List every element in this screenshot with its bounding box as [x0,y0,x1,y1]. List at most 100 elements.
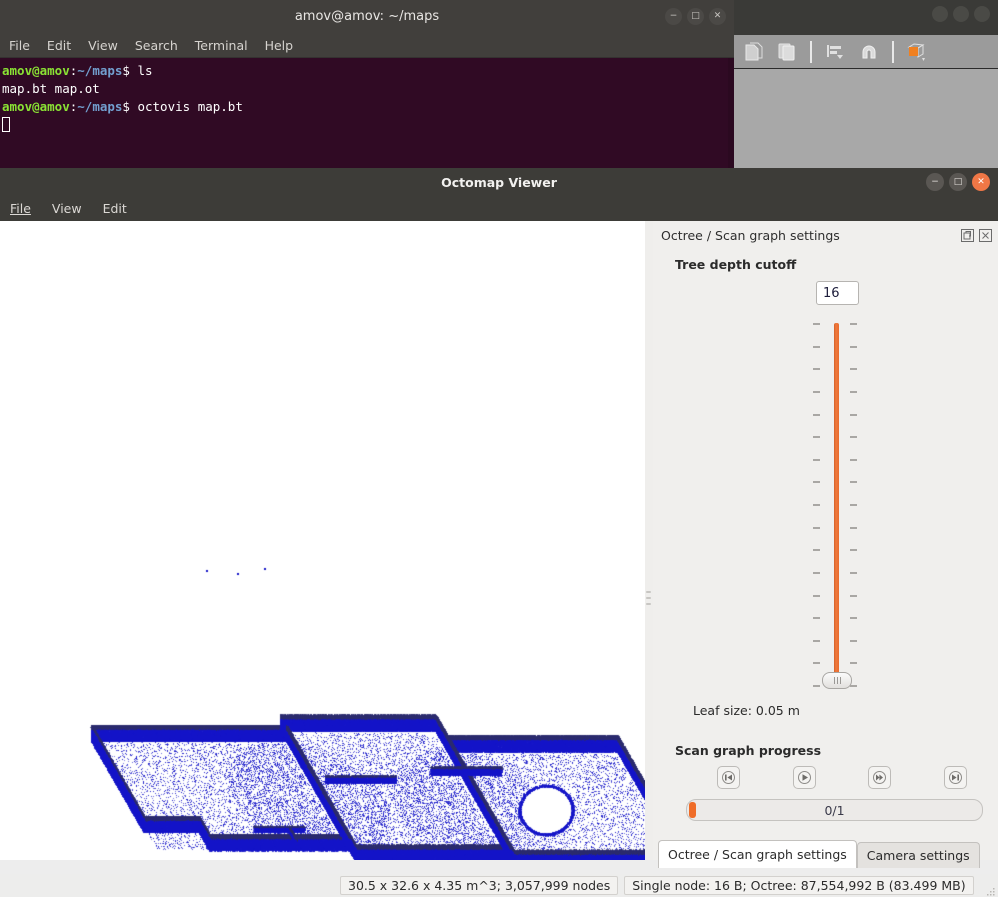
viewer-close-button[interactable]: ✕ [972,173,990,191]
scan-graph-progress-label: Scan graph progress [675,743,822,758]
playback-controls[interactable] [717,766,967,789]
terminal-prompt-user: amov@amov [2,63,70,78]
slider-tick [850,368,857,371]
point-cloud-canvas[interactable] [0,221,645,860]
float-icon[interactable] [961,228,974,242]
slider-tick [850,504,857,506]
magnet-icon[interactable] [856,39,882,65]
slider-tick [850,571,857,574]
background-maximize-button[interactable] [953,6,969,22]
terminal-minimize-button[interactable]: − [665,8,682,25]
status-dimensions: 30.5 x 32.6 x 4.35 m^3; 3,057,999 nodes [340,876,619,895]
terminal-maximize-button[interactable]: □ [687,8,704,25]
terminal-scrollbar[interactable] [728,58,734,168]
panel-splitter[interactable] [645,221,653,860]
viewer-maximize-button[interactable]: □ [949,173,967,191]
slider-tick [850,685,857,687]
terminal-prompt-path: ~/maps [77,99,123,114]
terminal-menu-edit[interactable]: Edit [47,38,71,53]
slider-tick [850,345,857,348]
resize-grip[interactable] [984,883,996,896]
terminal-menu-help[interactable]: Help [265,38,294,53]
terminal-close-button[interactable]: ✕ [709,8,726,25]
terminal-cursor [2,117,10,132]
slider-tick [813,504,820,506]
terminal-prompt-user: amov@amov [2,99,70,114]
viewer-menu-file[interactable]: File [10,201,31,216]
viewer-menu-edit[interactable]: Edit [103,201,127,216]
skip-end-icon[interactable] [943,766,967,789]
background-window-controls[interactable] [932,6,990,22]
close-icon[interactable] [979,228,992,242]
align-icon[interactable] [822,39,848,65]
viewer-menubar[interactable]: File View Edit [0,196,998,221]
viewer-title: Octomap Viewer [441,174,557,190]
new-document-icon[interactable] [740,39,766,65]
terminal-menubar[interactable]: File Edit View Search Terminal Help [0,33,734,58]
slider-tick [813,639,820,642]
terminal-output-text: map.bt map.ot [2,81,100,96]
slider-tick [813,458,820,461]
terminal-menu-terminal[interactable]: Terminal [195,38,248,53]
slider-tick [850,413,857,416]
tree-depth-spinbox[interactable]: 16 [816,281,859,305]
tab-octree-scan-graph-settings[interactable]: Octree / Scan graph settings [658,840,857,868]
progress-text: 0/1 [824,802,845,818]
slider-handle[interactable] [822,672,852,689]
slider-tick [850,436,857,439]
terminal-window-controls[interactable]: − □ ✕ [665,8,726,25]
splitter-grip[interactable] [646,591,651,609]
slider-tick [850,323,857,325]
slider-tick [850,481,857,484]
toolbar-separator [892,40,894,63]
terminal-line: map.bt map.ot [2,80,734,98]
viewer-body: Octree / Scan graph settings Tree depth … [0,221,998,874]
leaf-size-label: Leaf size: 0.05 m [693,703,800,718]
viewer-window-controls[interactable]: − □ ✕ [926,173,990,191]
dock-tabs[interactable]: Octree / Scan graph settings Camera sett… [658,840,980,868]
scan-graph-progressbar[interactable]: 0/1 [686,799,983,821]
play-icon[interactable] [792,766,816,789]
viewer-menu-view[interactable]: View [52,201,82,216]
paste-icon[interactable] [774,39,800,65]
terminal-line: amov@amov:~/maps$ ls [2,62,734,80]
slider-tick [813,617,820,620]
terminal-title: amov@amov: ~/maps [294,9,440,24]
slider-tick [850,662,857,665]
slider-tick [850,549,857,552]
background-minimize-button[interactable] [932,6,948,22]
slider-tick [813,390,820,393]
3d-viewport[interactable] [0,221,645,860]
slider-tick [850,390,857,393]
slider-tick [850,594,857,597]
background-app-titlebar [700,0,998,35]
background-close-button[interactable] [974,6,990,22]
slider-tick [850,639,857,642]
slider-tick [850,617,857,620]
terminal-window: amov@amov: ~/maps − □ ✕ File Edit View S… [0,0,734,168]
terminal-menu-file[interactable]: File [9,38,30,53]
cube-color-icon[interactable] [904,39,930,65]
terminal-prompt-symbol: $ [122,63,138,78]
slider-tick [813,662,820,665]
skip-back-icon[interactable] [717,766,740,789]
terminal-line: amov@amov:~/maps$ octovis map.bt [2,98,734,116]
step-forward-icon[interactable] [868,766,892,789]
terminal-output[interactable]: amov@amov:~/maps$ ls map.bt map.ot amov@… [0,58,734,134]
dock-header: Octree / Scan graph settings [653,221,998,249]
terminal-menu-search[interactable]: Search [135,38,178,53]
terminal-titlebar: amov@amov: ~/maps − □ ✕ [0,0,734,33]
viewer-titlebar: Octomap Viewer − □ ✕ [0,168,998,196]
slider-tick [813,481,820,484]
terminal-command: ls [137,63,153,78]
background-app-canvas [734,69,998,168]
tree-depth-slider[interactable] [793,319,883,689]
viewer-minimize-button[interactable]: − [926,173,944,191]
terminal-menu-view[interactable]: View [88,38,118,53]
slider-tick [813,413,820,416]
dock-header-buttons[interactable] [961,228,992,242]
tab-camera-settings[interactable]: Camera settings [856,842,980,868]
background-app-toolbar[interactable] [734,35,998,69]
slider-tick [813,571,820,574]
progress-fill [689,802,696,818]
